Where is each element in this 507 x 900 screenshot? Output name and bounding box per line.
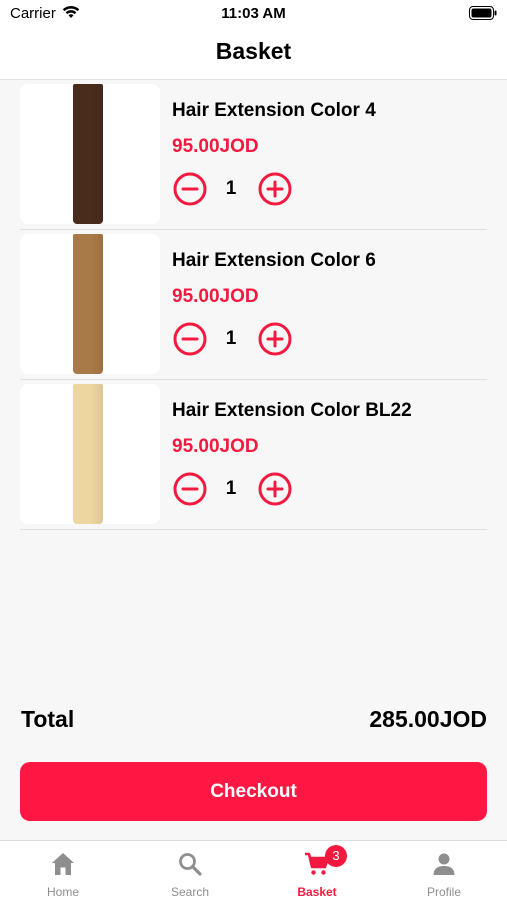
tab-bar: Home Search 3 Basket Profile	[0, 840, 507, 900]
product-image[interactable]	[20, 84, 160, 224]
minus-circle-icon	[173, 472, 207, 506]
tab-profile[interactable]: Profile	[381, 841, 507, 900]
hair-swatch	[73, 84, 103, 224]
checkout-button[interactable]: Checkout	[20, 762, 487, 821]
page-title: Basket	[215, 38, 292, 64]
basket-item: Hair Extension Color BL22 95.00JOD 1	[20, 380, 487, 530]
quantity-value: 1	[225, 478, 237, 499]
decrease-quantity-button[interactable]	[173, 472, 207, 506]
product-name[interactable]: Hair Extension Color 4	[172, 100, 376, 122]
tab-search[interactable]: Search	[127, 841, 253, 900]
product-image[interactable]	[20, 234, 160, 374]
cart-badge: 3	[325, 845, 347, 867]
product-name[interactable]: Hair Extension Color 6	[172, 250, 376, 272]
product-price: 95.00JOD	[172, 136, 259, 157]
tab-label: Basket	[297, 885, 337, 899]
search-icon	[179, 853, 202, 876]
plus-circle-icon	[258, 322, 292, 356]
tab-label: Search	[170, 885, 210, 899]
total-value: 285.00JOD	[369, 706, 487, 732]
tab-home[interactable]: Home	[0, 841, 126, 900]
increase-quantity-button[interactable]	[258, 172, 292, 206]
basket-item: Hair Extension Color 6 95.00JOD 1	[20, 230, 487, 380]
tab-label: Home	[46, 885, 79, 899]
product-price: 95.00JOD	[172, 436, 259, 457]
hair-swatch	[73, 384, 103, 524]
hair-swatch	[73, 234, 103, 374]
product-price: 95.00JOD	[172, 286, 259, 307]
decrease-quantity-button[interactable]	[173, 322, 207, 356]
total-label: Total	[21, 706, 75, 732]
minus-circle-icon	[173, 172, 207, 206]
increase-quantity-button[interactable]	[258, 322, 292, 356]
increase-quantity-button[interactable]	[258, 472, 292, 506]
basket-list: Hair Extension Color 4 95.00JOD 1 Hair E…	[20, 80, 487, 530]
product-name[interactable]: Hair Extension Color BL22	[172, 400, 412, 422]
basket-item: Hair Extension Color 4 95.00JOD 1	[20, 80, 487, 230]
tab-label: Profile	[426, 885, 461, 899]
status-time: 11:03 AM	[221, 5, 286, 22]
product-image[interactable]	[20, 384, 160, 524]
status-bar: Carrier 11:03 AM	[0, 0, 507, 28]
decrease-quantity-button[interactable]	[173, 172, 207, 206]
home-icon	[52, 853, 74, 875]
tab-basket[interactable]: 3 Basket	[254, 841, 380, 900]
minus-circle-icon	[173, 322, 207, 356]
battery-icon	[469, 6, 497, 25]
navigation-bar: Basket	[0, 28, 507, 80]
quantity-value: 1	[225, 328, 237, 349]
person-icon	[433, 853, 455, 875]
plus-circle-icon	[258, 172, 292, 206]
plus-circle-icon	[258, 472, 292, 506]
quantity-value: 1	[225, 178, 237, 199]
